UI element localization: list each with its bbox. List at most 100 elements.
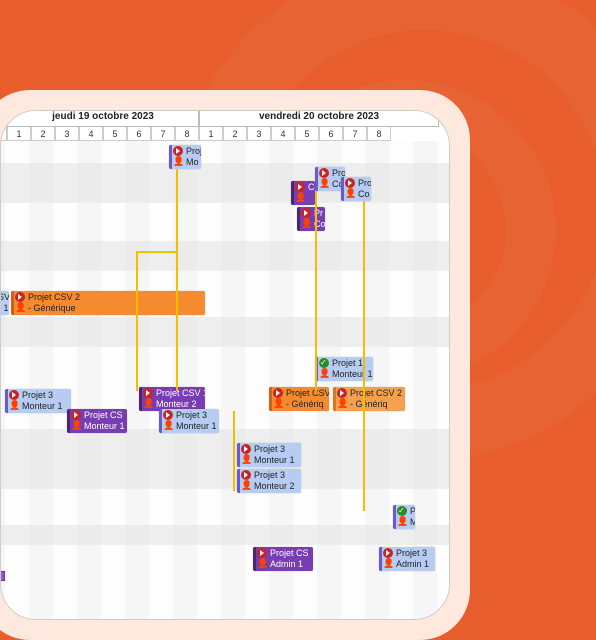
- dependency-line: [136, 251, 138, 391]
- task-label: Projet CSV 1: [156, 388, 203, 399]
- task-label: Proj: [186, 146, 199, 157]
- check-icon: [397, 506, 407, 516]
- dependency-line: [136, 251, 176, 253]
- task-sublabel: Co: [358, 189, 369, 200]
- task-label: Projet 1: [332, 358, 371, 369]
- task-label: Co: [308, 182, 313, 193]
- hour-cell: 6: [319, 127, 343, 141]
- task-t14[interactable]: Projet CSMonteur 1: [67, 409, 127, 433]
- task-label: Pr: [410, 506, 413, 517]
- task-label: Projet CS: [270, 548, 311, 559]
- task-t1[interactable]: ProjMo: [169, 145, 201, 169]
- hour-cell: 3: [55, 127, 79, 141]
- task-label: Pro: [358, 178, 369, 189]
- day-header-prev: octobr: [0, 111, 7, 127]
- user-icon: [273, 399, 283, 409]
- user-icon: [163, 421, 173, 431]
- play-icon: [9, 390, 19, 400]
- hour-cell: 7: [151, 127, 175, 141]
- play-icon: [337, 388, 347, 398]
- task-label: Projet 3: [254, 444, 299, 455]
- check-icon: [319, 358, 329, 368]
- play-icon: [301, 208, 311, 218]
- task-sublabel: Monteur 1: [84, 421, 125, 432]
- task-t20[interactable]: Projet 3Admin 1: [379, 547, 435, 571]
- hour-cell: 6: [127, 127, 151, 141]
- dependency-line: [233, 411, 235, 491]
- hour-cell: 5: [295, 127, 319, 141]
- task-t11[interactable]: Projet CSV 1Monteur 2: [139, 387, 205, 411]
- play-icon: [143, 388, 153, 398]
- task-t12[interactable]: Projet CSV- Génériq: [269, 387, 329, 411]
- gantt-timeline[interactable]: octobr jeudi 19 octobre 2023 vendredi 20…: [0, 111, 450, 620]
- play-icon: [163, 410, 173, 420]
- user-icon: [257, 559, 267, 569]
- task-sublabel: Monteur 1: [22, 401, 69, 412]
- play-icon: [173, 146, 183, 156]
- user-icon: [301, 219, 311, 229]
- dependency-line: [315, 191, 317, 391]
- user-icon: [383, 559, 393, 569]
- play-icon: [295, 182, 305, 192]
- play-icon: [257, 548, 267, 558]
- play-icon: [345, 178, 355, 188]
- hour-cell: 7: [343, 127, 367, 141]
- day-header-1: jeudi 19 octobre 2023: [7, 111, 199, 127]
- task-sublabel: - Génériq: [286, 399, 327, 410]
- play-icon: [241, 444, 251, 454]
- hour-cell: 5: [103, 127, 127, 141]
- grid-band: [0, 317, 450, 347]
- user-icon: [295, 193, 305, 203]
- user-icon: [241, 455, 251, 465]
- user-icon: [319, 369, 329, 379]
- hour-cell: 8: [0, 127, 7, 141]
- user-icon: [345, 189, 355, 199]
- gantt-window: octobr jeudi 19 octobre 2023 vendredi 20…: [0, 110, 450, 620]
- user-icon: [71, 421, 81, 431]
- hour-cell: 4: [271, 127, 295, 141]
- hour-cell: 4: [79, 127, 103, 141]
- task-t4[interactable]: ProCo: [341, 177, 371, 201]
- dependency-line: [363, 201, 365, 511]
- day-header-2: vendredi 20 octobre 2023: [199, 111, 439, 127]
- hour-cell: 2: [31, 127, 55, 141]
- task-t17[interactable]: Projet 3Monteur 2: [237, 469, 301, 493]
- dependency-line: [176, 169, 178, 391]
- task-t19[interactable]: Projet CSAdmin 1: [253, 547, 313, 571]
- task-sublabel: r 1: [0, 303, 7, 314]
- task-t10[interactable]: Projet 3Monteur 1: [5, 389, 71, 413]
- hour-cell: 1: [199, 127, 223, 141]
- task-t15[interactable]: Projet 3Monteur 1: [159, 409, 219, 433]
- user-icon: [241, 481, 251, 491]
- task-sublabel: Admin 1: [270, 559, 311, 570]
- play-icon: [273, 388, 283, 398]
- hour-cell: 1: [7, 127, 31, 141]
- play-icon: [71, 410, 81, 420]
- user-icon: [397, 517, 407, 527]
- task-sublabel: Monteur 1: [254, 455, 299, 466]
- task-sublabel: Monteur 1: [332, 369, 371, 380]
- user-icon: [15, 303, 25, 313]
- task-label: SV 1: [0, 292, 7, 303]
- grid-band: [0, 241, 450, 271]
- user-icon: [9, 401, 19, 411]
- task-sublabel: Monteur 1: [176, 421, 217, 432]
- task-t5[interactable]: PrCo: [297, 207, 325, 231]
- hour-cell: 8: [175, 127, 199, 141]
- task-label: Projet CSV: [286, 388, 327, 399]
- hour-cell: 3: [247, 127, 271, 141]
- task-t13[interactable]: Projet CSV 2- Génériq: [333, 387, 405, 411]
- grid-band: [0, 525, 450, 545]
- task-t3[interactable]: Co: [291, 181, 315, 205]
- task-label: Projet 3: [22, 390, 69, 401]
- task-t8[interactable]: SV 1r 1: [0, 291, 9, 315]
- hour-cell: 2: [223, 127, 247, 141]
- user-icon: [337, 399, 347, 409]
- task-label: Projet CS: [84, 410, 125, 421]
- task-sublabel: - Génériq: [350, 399, 403, 410]
- task-label: Projet 3: [396, 548, 433, 559]
- corner-badge-icon: [0, 571, 5, 581]
- task-t16[interactable]: Projet 3Monteur 1: [237, 443, 301, 467]
- task-t18[interactable]: PrM: [393, 505, 415, 529]
- task-label: Projet CSV 2: [350, 388, 403, 399]
